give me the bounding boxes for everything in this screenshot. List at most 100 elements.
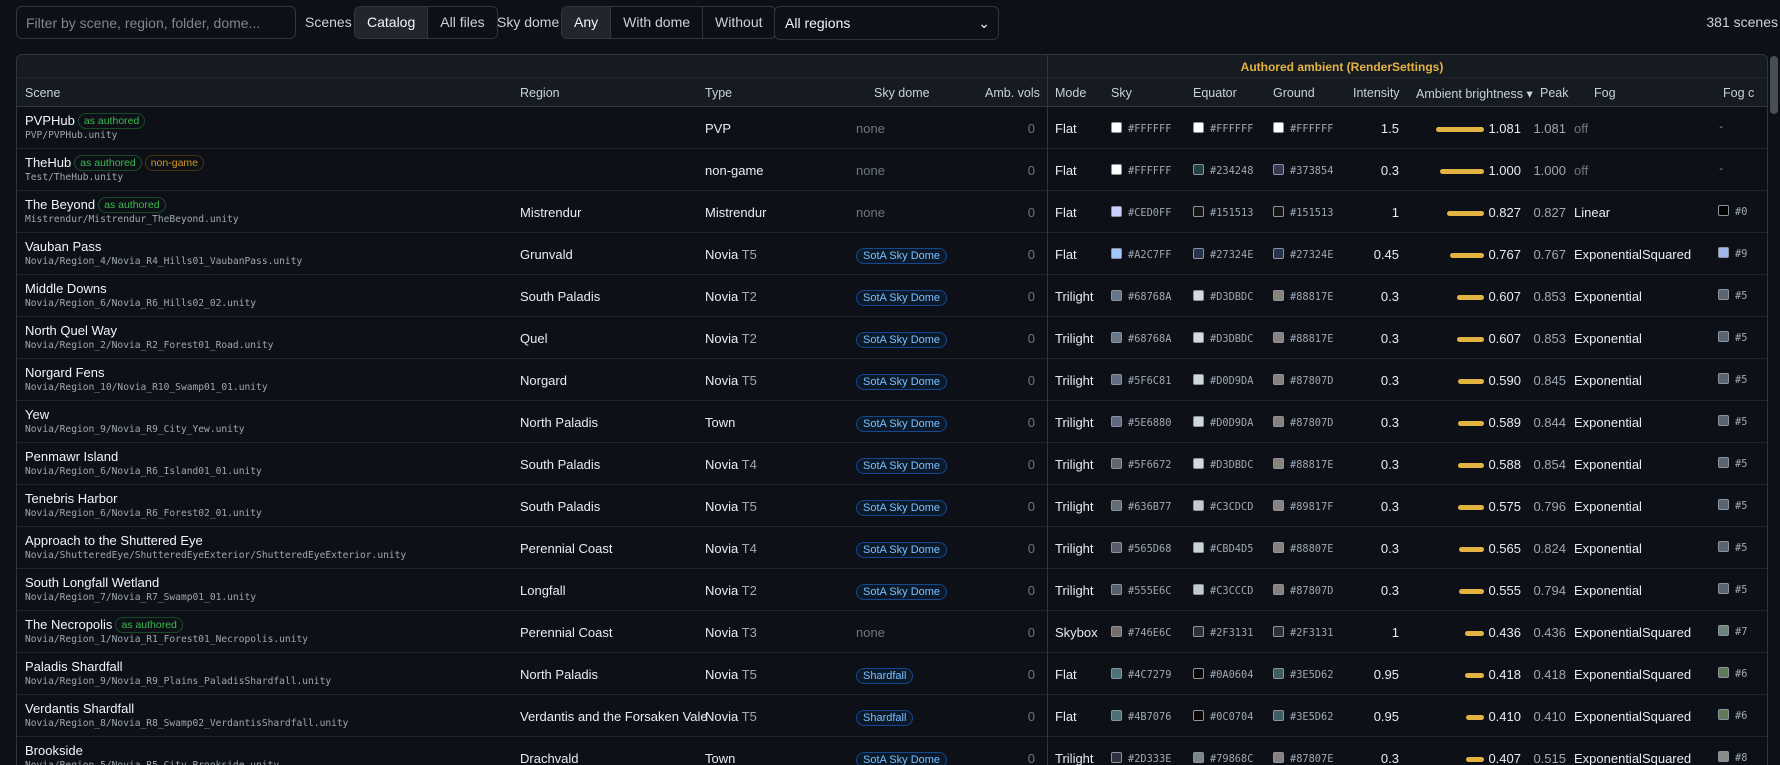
region-cell: South Paladis (520, 457, 601, 472)
col-intensity[interactable]: Intensity (1353, 86, 1400, 100)
equator-color-hex: #C3CDCD (1210, 501, 1254, 513)
scene-name[interactable]: The Beyond (25, 197, 95, 212)
col-fog[interactable]: Fog (1594, 86, 1616, 100)
scene-name[interactable]: Vauban Pass (25, 239, 101, 254)
mode-cell: Flat (1055, 121, 1077, 136)
table-row[interactable]: Paladis Shardfall Novia/Region_9/Novia_R… (17, 653, 1767, 695)
col-peak[interactable]: Peak (1540, 86, 1569, 100)
sky-color-hex: #CED0FF (1128, 207, 1172, 219)
scene-name[interactable]: South Longfall Wetland (25, 575, 159, 590)
brightness-cell: 0.436 (1488, 625, 1521, 640)
mode-cell: Flat (1055, 205, 1077, 220)
region-cell: Grunvald (520, 247, 573, 262)
brightness-cell: 0.555 (1488, 583, 1521, 598)
peak-cell: 0.515 (1533, 751, 1566, 765)
type-cell: Novia T2 (705, 331, 757, 346)
sky-dome-cell: SotA Sky Dome (856, 541, 948, 558)
equator-color-cell: #D3DBDC (1193, 290, 1253, 303)
ground-color-hex: #3E5D62 (1290, 711, 1334, 723)
brightness-cell: 0.590 (1488, 373, 1521, 388)
scene-name[interactable]: Brookside (25, 743, 83, 758)
table-row[interactable]: Middle Downs Novia/Region_6/Novia_R6_Hil… (17, 275, 1767, 317)
table-row[interactable]: The Beyond as authored Mistrendur/Mistren… (17, 191, 1767, 233)
intensity-cell: 0.3 (1380, 163, 1399, 178)
vertical-scrollbar[interactable] (1768, 54, 1780, 765)
sky-color-cell: #FFFFFF (1111, 164, 1171, 177)
col-amb-vols[interactable]: Amb. vols (985, 86, 1040, 100)
col-equator[interactable]: Equator (1193, 86, 1237, 100)
sky-color-cell: #A2C7FF (1111, 248, 1171, 261)
peak-cell: 1.000 (1533, 163, 1566, 178)
scene-name[interactable]: PVPHub (25, 113, 75, 128)
scene-name[interactable]: Norgard Fens (25, 365, 104, 380)
col-sky-dome[interactable]: Sky dome (874, 86, 930, 100)
table-row[interactable]: Brookside Novia/Region_5/Novia_R5_City_B… (17, 737, 1767, 765)
scene-name[interactable]: Middle Downs (25, 281, 107, 296)
equator-color-cell: #2F3131 (1193, 626, 1253, 639)
column-divider (1047, 653, 1048, 695)
brightness-bar (1458, 505, 1484, 510)
col-scene[interactable]: Scene (25, 86, 60, 100)
region-cell: Perennial Coast (520, 541, 613, 556)
scene-name[interactable]: Verdantis Shardfall (25, 701, 134, 716)
scene-name[interactable]: TheHub (25, 155, 71, 170)
table-row[interactable]: Approach to the Shuttered Eye Novia/Shut… (17, 527, 1767, 569)
scene-path: Novia/Region_10/Novia_R10_Swamp01_01.uni… (25, 382, 268, 393)
sky-color-swatch (1111, 374, 1122, 385)
col-sky[interactable]: Sky (1111, 86, 1132, 100)
table-row[interactable]: Verdantis Shardfall Novia/Region_8/Novia… (17, 695, 1767, 737)
scene-name[interactable]: Paladis Shardfall (25, 659, 123, 674)
sky-color-hex: #4B7076 (1128, 711, 1172, 723)
brightness-bar-track (1408, 247, 1488, 261)
column-divider (1047, 78, 1048, 107)
sky-color-cell: #CED0FF (1111, 206, 1171, 219)
scene-name[interactable]: North Quel Way (25, 323, 117, 338)
table-row[interactable]: South Longfall Wetland Novia/Region_7/No… (17, 569, 1767, 611)
brightness-cell: 0.589 (1488, 415, 1521, 430)
scene-name[interactable]: The Necropolis (25, 617, 112, 632)
equator-color-hex: #2F3131 (1210, 627, 1254, 639)
table-row[interactable]: Tenebris Harbor Novia/Region_6/Novia_R6_… (17, 485, 1767, 527)
table-row[interactable]: Yew Novia/Region_9/Novia_R9_City_Yew.uni… (17, 401, 1767, 443)
fog-color-swatch (1718, 415, 1729, 426)
scene-name[interactable]: Penmawr Island (25, 449, 118, 464)
brightness-bar-track (1408, 709, 1488, 723)
equator-color-hex: #D0D9DA (1210, 417, 1254, 429)
peak-cell: 0.854 (1533, 457, 1566, 472)
equator-color-cell: #D0D9DA (1193, 416, 1253, 429)
table-row[interactable]: North Quel Way Novia/Region_2/Novia_R2_F… (17, 317, 1767, 359)
scrollbar-thumb[interactable] (1770, 56, 1778, 114)
col-type[interactable]: Type (705, 86, 732, 100)
sky-color-swatch (1111, 290, 1122, 301)
table-row[interactable]: TheHub as authored non-game Test/TheHub.un… (17, 149, 1767, 191)
equator-color-hex: #D3DBDC (1210, 333, 1254, 345)
dome-badge: SotA Sky Dome (856, 290, 948, 306)
col-ground[interactable]: Ground (1273, 86, 1315, 100)
ground-color-cell: #88817E (1273, 458, 1333, 471)
fog-color-hex: #7 (1735, 626, 1748, 638)
scene-name[interactable]: Approach to the Shuttered Eye (25, 533, 203, 548)
ground-color-swatch (1273, 458, 1284, 469)
equator-color-cell: #151513 (1193, 206, 1253, 219)
amb-vols-cell: 0 (1027, 163, 1035, 178)
table-row[interactable]: The Necropolis as authored Novia/Region_1… (17, 611, 1767, 653)
col-mode[interactable]: Mode (1055, 86, 1086, 100)
brightness-cell: 0.588 (1488, 457, 1521, 472)
table-row[interactable]: Norgard Fens Novia/Region_10/Novia_R10_S… (17, 359, 1767, 401)
fog-color-cell: #0 (1718, 205, 1747, 218)
type-cell: Mistrendur (705, 205, 766, 220)
table-row[interactable]: PVPHub as authored PVP/PVPHub.unity PVP n… (17, 107, 1767, 149)
scene-name-cell: Paladis Shardfall (25, 659, 123, 674)
ground-color-swatch (1273, 290, 1284, 301)
mode-cell: Trilight (1055, 289, 1094, 304)
table-row[interactable]: Vauban Pass Novia/Region_4/Novia_R4_Hill… (17, 233, 1767, 275)
amb-vols-cell: 0 (1027, 331, 1035, 346)
scene-name[interactable]: Tenebris Harbor (25, 491, 118, 506)
col-fog-color[interactable]: Fog c (1723, 86, 1754, 100)
col-region[interactable]: Region (520, 86, 560, 100)
scene-path: Novia/Region_1/Novia_R1_Forest01_Necropo… (25, 634, 309, 645)
col-ambient-brightness[interactable]: Ambient brightness ▾ (1416, 86, 1533, 101)
table-row[interactable]: Penmawr Island Novia/Region_6/Novia_R6_I… (17, 443, 1767, 485)
scene-name[interactable]: Yew (25, 407, 49, 422)
fog-color-swatch (1718, 583, 1729, 594)
